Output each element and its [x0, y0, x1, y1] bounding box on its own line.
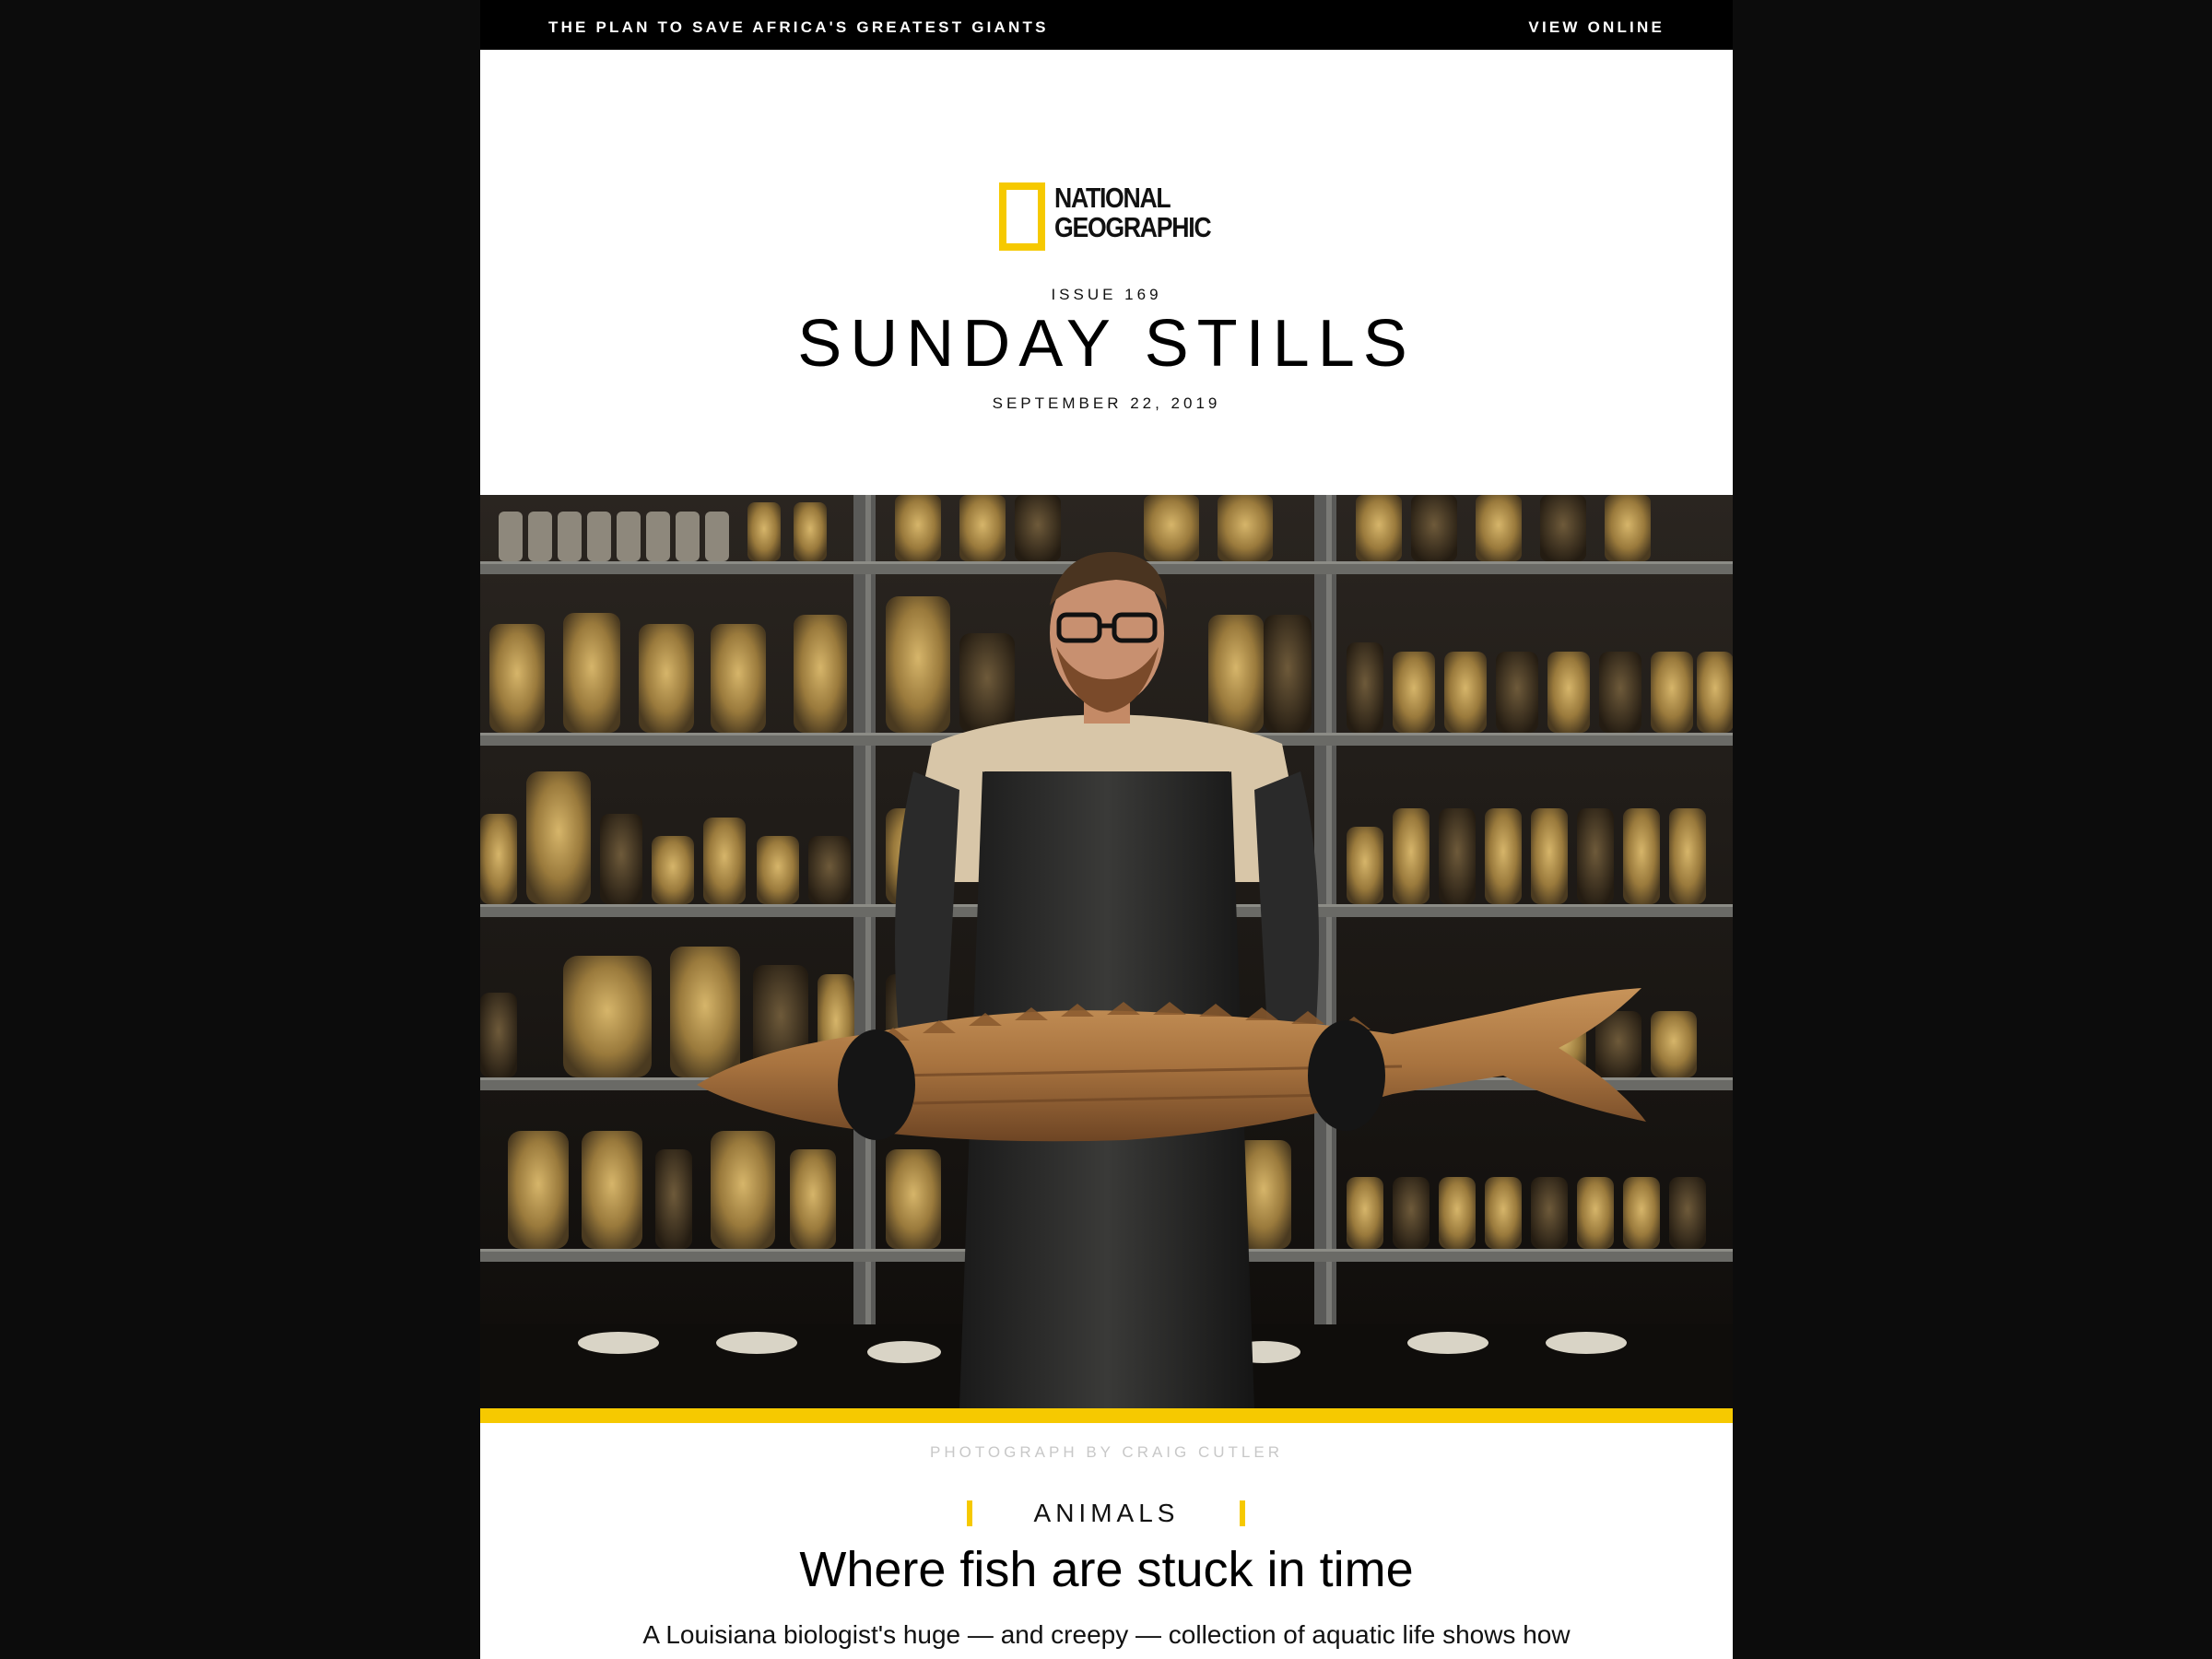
yellow-pipe-right-icon: [1240, 1500, 1245, 1526]
newsletter-title: SUNDAY STILLS: [797, 307, 1416, 381]
preheader-link[interactable]: THE PLAN TO SAVE AFRICA'S GREATEST GIANT…: [548, 18, 1049, 37]
yellow-divider-bar: [480, 1408, 1733, 1423]
view-online-link[interactable]: VIEW ONLINE: [1528, 18, 1665, 37]
logo-line-1: NATIONAL: [1054, 182, 1171, 214]
national-geographic-logo[interactable]: NATIONAL GEOGRAPHIC: [999, 182, 1220, 251]
story-dek: A Louisiana biologist's huge — and creep…: [642, 1620, 1571, 1649]
yellow-border-icon: [999, 182, 1045, 251]
logo-line-2: GEOGRAPHIC: [1054, 211, 1212, 243]
story-headline[interactable]: Where fish are stuck in time: [480, 1541, 1733, 1598]
photo-credit: PHOTOGRAPH BY CRAIG CUTLER: [930, 1443, 1283, 1461]
section-tag: ANIMALS: [480, 1499, 1733, 1530]
hero-photo[interactable]: [480, 495, 1733, 1408]
top-bar: THE PLAN TO SAVE AFRICA'S GREATEST GIANT…: [480, 0, 1733, 50]
logo-wordmark: NATIONAL GEOGRAPHIC: [1054, 182, 1212, 243]
issue-date: SEPTEMBER 22, 2019: [992, 394, 1221, 412]
section-label: ANIMALS: [1033, 1499, 1180, 1527]
masthead: NATIONAL GEOGRAPHIC ISSUE 169 SUNDAY STI…: [480, 50, 1733, 495]
email-container: THE PLAN TO SAVE AFRICA'S GREATEST GIANT…: [480, 0, 1733, 1659]
issue-number: ISSUE 169: [1051, 286, 1162, 303]
